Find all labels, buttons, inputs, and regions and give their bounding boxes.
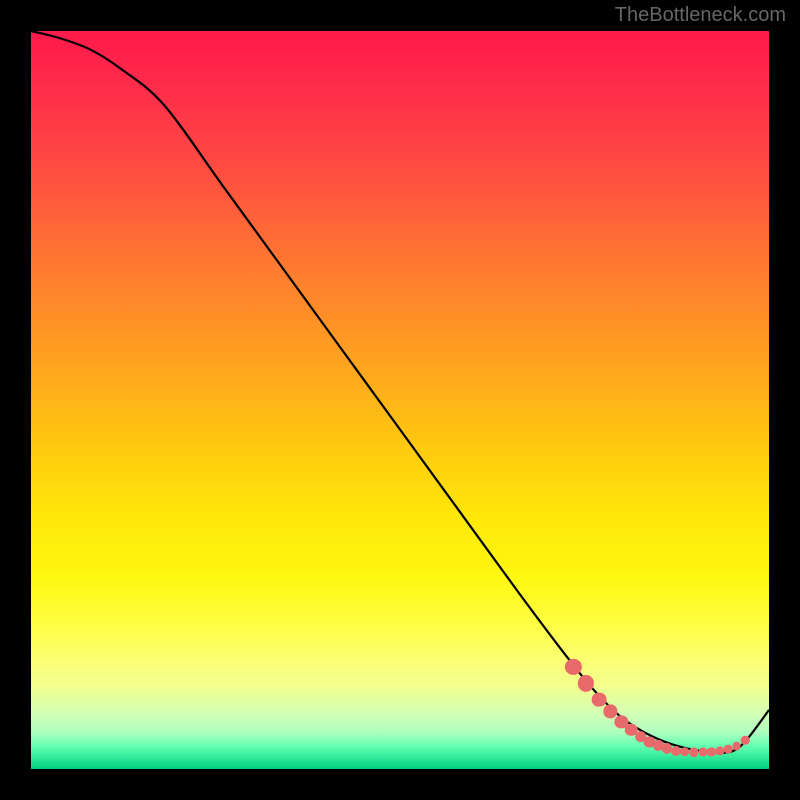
data-marker [732, 742, 741, 751]
chart-plot-area [31, 31, 769, 769]
curve-svg [31, 31, 769, 769]
bottleneck-curve-line [31, 31, 769, 753]
data-marker [741, 736, 750, 745]
watermark-text: TheBottleneck.com [615, 4, 786, 27]
data-marker [592, 692, 607, 707]
